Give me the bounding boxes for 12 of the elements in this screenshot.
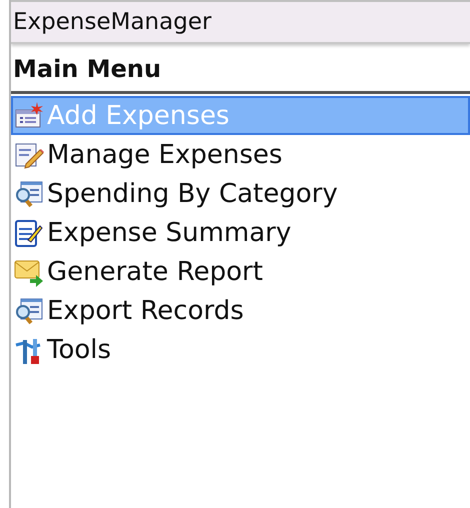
notepad-icon [14,218,44,248]
menu-item[interactable]: Manage Expenses [11,135,470,174]
menu-item[interactable]: Expense Summary [11,213,470,252]
menu-item[interactable]: Spending By Category [11,174,470,213]
add-form-icon [14,100,44,130]
menu-item[interactable]: Tools [11,330,470,369]
menu-item[interactable]: Generate Report [11,252,470,291]
magnifier-document-icon [14,296,44,326]
magnifier-document-icon [14,178,44,208]
menu-title: Main Menu [13,54,162,82]
menu-item[interactable]: Export Records [11,291,470,330]
window-title: ExpenseManager [13,9,212,35]
